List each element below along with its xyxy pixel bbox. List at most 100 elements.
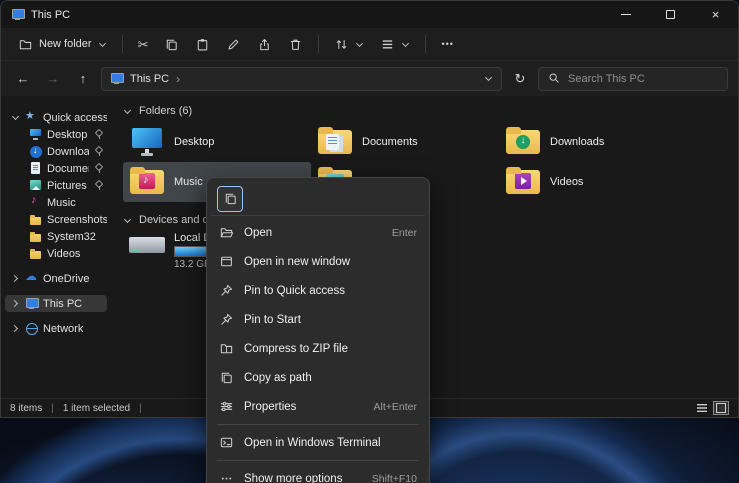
menu-item-label: Pin to Start [244, 314, 301, 326]
close-button[interactable]: × [693, 1, 738, 28]
sidebar-item-this-pc[interactable]: This PC [5, 295, 107, 312]
sort-button[interactable] [327, 33, 371, 56]
folder-icon [29, 230, 42, 243]
sidebar: Quick access Desktop Downloads Documents [1, 96, 111, 398]
minimize-icon [621, 14, 631, 15]
sidebar-item-desktop[interactable]: Desktop [5, 126, 107, 143]
status-divider: | [51, 403, 54, 414]
zip-icon [219, 341, 234, 356]
rename-icon [226, 37, 241, 52]
new-folder-button[interactable]: New folder [11, 33, 114, 56]
details-view-button[interactable] [694, 401, 710, 415]
menu-item-label: Open [244, 227, 272, 239]
back-button[interactable]: ← [11, 67, 35, 91]
forward-icon: → [47, 71, 60, 86]
menu-item-label: Open in new window [244, 256, 350, 268]
copy-icon [164, 37, 179, 52]
documents-icon [29, 162, 42, 175]
sidebar-item-downloads[interactable]: Downloads [5, 143, 107, 160]
context-menu-item-open-new-window[interactable]: Open in new window [211, 247, 425, 276]
chevron-right-icon: › [176, 72, 180, 86]
address-bar[interactable]: This PC › [101, 67, 502, 91]
cut-button[interactable]: ✂ [131, 34, 156, 55]
folder-icon [29, 213, 42, 226]
quick-access-icon [25, 111, 38, 124]
sidebar-item-music[interactable]: Music [5, 194, 107, 211]
back-icon: ← [17, 71, 30, 86]
delete-icon [288, 37, 303, 52]
sidebar-item-videos[interactable]: Videos [5, 245, 107, 262]
view-button[interactable] [373, 33, 417, 56]
titlebar[interactable]: This PC × [1, 1, 738, 28]
context-menu-item-properties[interactable]: Properties Alt+Enter [211, 392, 425, 421]
sort-icon [334, 37, 349, 52]
sidebar-item-label: System32 [47, 231, 96, 243]
sidebar-item-quick-access[interactable]: Quick access [5, 109, 107, 126]
sidebar-item-onedrive[interactable]: OneDrive [5, 270, 107, 287]
toolbar-separator [318, 35, 319, 53]
folder-tile-documents[interactable]: Documents [311, 122, 499, 162]
pin-icon [94, 129, 103, 140]
context-copy-button[interactable] [217, 186, 243, 212]
share-button[interactable] [250, 33, 279, 56]
chevron-right-icon[interactable] [11, 324, 20, 333]
desktop-folder-icon [129, 127, 165, 157]
sidebar-item-label: Documents [47, 163, 89, 175]
section-folders[interactable]: Folders (6) [123, 102, 738, 120]
search-box[interactable] [538, 67, 728, 91]
folder-tile-videos[interactable]: Videos [499, 162, 687, 202]
music-icon [29, 196, 42, 209]
context-menu-item-open[interactable]: Open Enter [211, 218, 425, 247]
context-menu-item-copy-as-path[interactable]: Copy as path [211, 363, 425, 392]
desktop: This PC × New folder ✂ [0, 0, 739, 483]
context-menu-item-pin-start[interactable]: Pin to Start [211, 305, 425, 334]
folder-tile-downloads[interactable]: Downloads [499, 122, 687, 162]
desktop-icon [29, 128, 42, 141]
folder-tile-desktop[interactable]: Desktop [123, 122, 311, 162]
search-input[interactable] [568, 73, 719, 85]
maximize-button[interactable] [648, 1, 693, 28]
menu-item-label: Properties [244, 401, 296, 413]
context-menu-item-pin-quick-access[interactable]: Pin to Quick access [211, 276, 425, 305]
sidebar-item-network[interactable]: Network [5, 320, 107, 337]
folders-header-label: Folders (6) [139, 105, 192, 117]
pin-icon [94, 163, 103, 174]
selected-count: 1 item selected [63, 403, 130, 414]
copy-path-icon [219, 370, 234, 385]
sidebar-item-pictures[interactable]: Pictures [5, 177, 107, 194]
sidebar-item-label: Pictures [47, 180, 87, 192]
menu-item-label: Pin to Quick access [244, 285, 345, 297]
more-options-button[interactable]: ••• [434, 35, 460, 53]
rename-button[interactable] [219, 33, 248, 56]
context-menu-item-compress-zip[interactable]: Compress to ZIP file [211, 334, 425, 363]
sidebar-item-label: Network [43, 323, 83, 335]
chevron-down-icon[interactable] [123, 107, 132, 116]
chevron-right-icon[interactable] [11, 274, 20, 283]
paste-icon [195, 37, 210, 52]
hard-drive-icon [129, 231, 165, 261]
chevron-right-icon[interactable] [11, 299, 20, 308]
new-folder-label: New folder [39, 38, 92, 50]
sidebar-item-label: Downloads [47, 146, 89, 158]
sidebar-item-system32[interactable]: System32 [5, 228, 107, 245]
context-menu-item-open-terminal[interactable]: Open in Windows Terminal [211, 428, 425, 457]
forward-button[interactable]: → [41, 67, 65, 91]
properties-icon [219, 399, 234, 414]
sidebar-item-label: Screenshots [47, 214, 107, 226]
sidebar-item-screenshots[interactable]: Screenshots [5, 211, 107, 228]
minimize-button[interactable] [603, 1, 648, 28]
chevron-down-icon[interactable] [11, 113, 20, 122]
paste-button[interactable] [188, 33, 217, 56]
up-button[interactable]: ↑ [71, 67, 95, 91]
window-pc-icon [11, 8, 24, 21]
large-icons-view-button[interactable] [713, 401, 729, 415]
context-menu-item-show-more-options[interactable]: Show more options Shift+F10 [211, 464, 425, 483]
chevron-down-icon [401, 40, 410, 49]
sidebar-item-documents[interactable]: Documents [5, 160, 107, 177]
chevron-down-icon[interactable] [123, 216, 132, 225]
copy-button[interactable] [157, 33, 186, 56]
breadcrumb-this-pc[interactable]: This PC [130, 73, 169, 85]
refresh-button[interactable]: ↻ [508, 67, 532, 91]
delete-button[interactable] [281, 33, 310, 56]
address-dropdown-chevron[interactable] [484, 74, 493, 83]
